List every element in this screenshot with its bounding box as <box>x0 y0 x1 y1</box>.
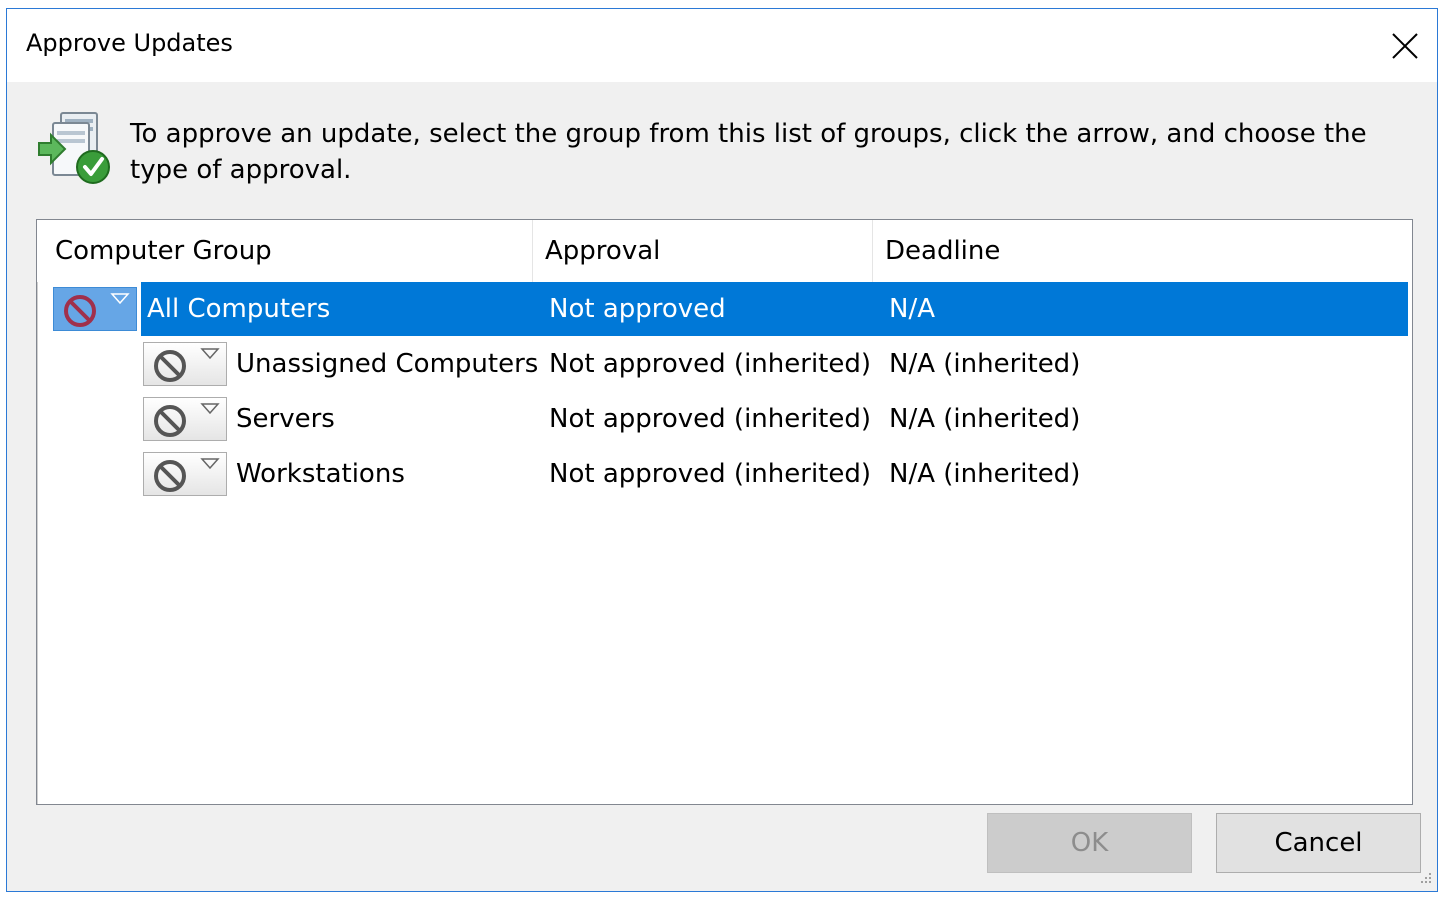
not-approved-icon <box>64 295 96 327</box>
table-row[interactable]: Unassigned Computers Not approved (inher… <box>37 337 1408 391</box>
row-selection-highlight <box>141 282 1408 336</box>
chevron-down-icon <box>110 293 130 305</box>
not-approved-icon <box>154 350 186 382</box>
resize-grip-icon[interactable] <box>1417 871 1433 887</box>
chevron-down-icon <box>200 403 220 415</box>
instruction-text: To approve an update, select the group f… <box>130 119 1367 185</box>
approve-updates-dialog: Approve Updates To approve an update, se… <box>6 8 1438 892</box>
cancel-button[interactable]: Cancel <box>1216 813 1421 873</box>
group-name: Unassigned Computers <box>236 349 539 379</box>
deadline: N/A (inherited) <box>889 349 1081 379</box>
not-approved-icon <box>154 405 186 437</box>
table-row[interactable]: Workstations Not approved (inherited) N/… <box>37 447 1408 501</box>
dialog-title: Approve Updates <box>26 29 233 57</box>
deadline: N/A <box>889 294 935 324</box>
group-name: All Computers <box>147 294 331 324</box>
chevron-down-icon <box>200 458 220 470</box>
ok-button[interactable]: OK <box>987 813 1192 873</box>
column-header-deadline[interactable]: Deadline <box>873 220 1412 282</box>
table-row[interactable]: Servers Not approved (inherited) N/A (in… <box>37 392 1408 446</box>
not-approved-icon <box>154 460 186 492</box>
deadline: N/A (inherited) <box>889 404 1081 434</box>
approval-dropdown-button[interactable] <box>143 397 227 441</box>
approval-dropdown-button[interactable] <box>143 452 227 496</box>
approval-status: Not approved <box>549 294 726 324</box>
chevron-down-icon <box>200 348 220 360</box>
close-button[interactable] <box>1373 9 1437 82</box>
approval-dropdown-button[interactable] <box>53 287 137 331</box>
grid-header: Computer Group Approval Deadline <box>37 220 1412 282</box>
title-bar: Approve Updates <box>7 9 1437 82</box>
approval-status: Not approved (inherited) <box>549 349 872 379</box>
group-name: Workstations <box>236 459 405 489</box>
approval-status: Not approved (inherited) <box>549 404 872 434</box>
deadline: N/A (inherited) <box>889 459 1081 489</box>
table-row[interactable]: All Computers Not approved N/A <box>37 282 1408 336</box>
column-header-approval[interactable]: Approval <box>533 220 873 282</box>
approve-update-icon <box>38 112 110 184</box>
approval-dropdown-button[interactable] <box>143 342 227 386</box>
column-header-computer-group[interactable]: Computer Group <box>43 220 533 282</box>
group-name: Servers <box>236 404 335 434</box>
computer-group-grid[interactable]: Computer Group Approval Deadline All Com… <box>36 219 1413 805</box>
approval-status: Not approved (inherited) <box>549 459 872 489</box>
close-icon <box>1392 32 1418 59</box>
